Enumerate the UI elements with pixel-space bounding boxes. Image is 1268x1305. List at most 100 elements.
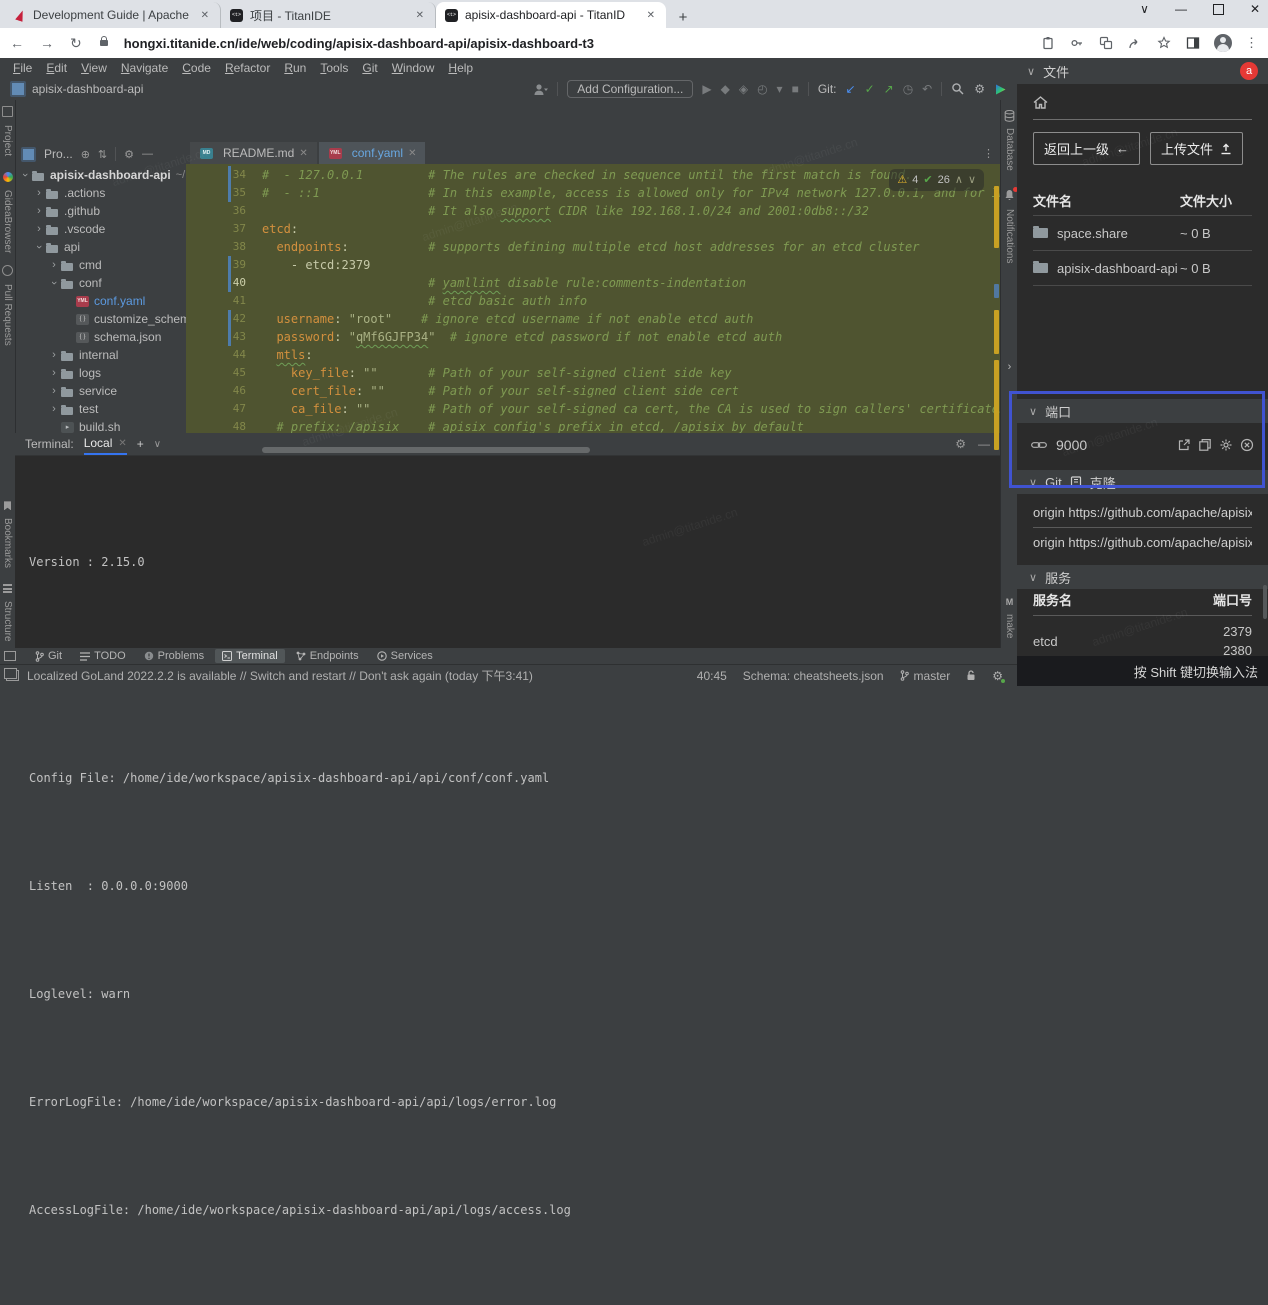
tool-window-button-structure[interactable]: Structure [2,601,13,642]
bookmark-star-icon[interactable] [1156,35,1172,51]
clipboard-icon[interactable] [1040,35,1056,51]
menu-item[interactable]: Code [175,61,218,75]
menu-item[interactable]: Window [385,61,442,75]
file-row[interactable]: apisix-dashboard-api ~ 0 B [1033,251,1252,286]
layout-icon[interactable] [4,651,16,661]
terminal-output[interactable]: Version : 2.15.0 GitHash : c1cf4d4 Confi… [15,456,1000,1305]
expand-arrow-icon[interactable] [48,349,60,361]
close-icon[interactable]: ✕ [645,10,657,21]
expand-arrow-icon[interactable] [48,367,60,379]
tree-item[interactable]: .github [15,202,186,220]
home-icon[interactable] [1033,96,1252,109]
tree-item[interactable]: api [15,238,186,256]
tree-item[interactable]: internal [15,346,186,364]
project-selector[interactable]: apisix-dashboard-api [10,81,143,97]
git-remote-row[interactable]: origin https://github.com/apache/apisix-… [1033,528,1252,557]
tree-item[interactable]: logs [15,364,186,382]
tree-item[interactable]: customize_schema [15,310,186,328]
add-configuration-button[interactable]: Add Configuration... [567,80,693,98]
structure-icon[interactable] [3,584,12,593]
expand-collapse-icon[interactable]: ⇅ [98,148,107,161]
close-port-icon[interactable] [1240,438,1254,452]
database-icon[interactable] [1004,110,1015,122]
close-icon[interactable]: ✕ [408,148,416,159]
expand-arrow-icon[interactable] [33,223,45,235]
url-text[interactable]: hongxi.titanide.cn/ide/web/coding/apisix… [124,36,1024,51]
tool-window-button-make[interactable]: make [1004,614,1015,638]
gear-icon[interactable]: ⚙ [955,437,966,451]
menu-item[interactable]: Refactor [218,61,277,75]
git-history-icon[interactable]: ◷ [903,82,913,96]
ports-section-header[interactable]: ∨ 端口 [1017,399,1268,423]
menu-item[interactable]: View [74,61,114,75]
git-branch-widget[interactable]: master [900,669,951,683]
locate-icon[interactable]: ⊕ [81,148,90,161]
hide-panel-icon[interactable]: — [978,437,990,451]
lock-status-icon[interactable] [966,670,976,681]
profile-avatar[interactable] [1214,34,1232,52]
tree-item[interactable]: service [15,382,186,400]
close-icon[interactable]: ✕ [199,10,211,21]
search-icon[interactable] [951,82,965,96]
upload-file-button[interactable]: 上传文件 [1150,132,1243,165]
editor-tab-conf-yaml[interactable]: conf.yaml ✕ [319,142,426,164]
close-icon[interactable]: ✕ [299,148,307,159]
git-remote-row[interactable]: origin https://github.com/apache/apisix-… [1033,498,1252,528]
profiler-icon[interactable]: ◴ [757,82,767,96]
run-icon[interactable]: ▶ [702,82,711,96]
menu-item[interactable]: File [6,61,39,75]
tool-window-button-gideabrowser[interactable]: GideaBrowser [2,190,13,253]
tool-window-button-problems[interactable]: Problems [137,649,211,663]
expand-arrow-icon[interactable] [48,421,60,433]
menu-item[interactable]: Git [355,61,384,75]
key-icon[interactable] [1069,35,1085,51]
notifications-icon[interactable] [1004,189,1015,201]
tool-window-button-git[interactable]: Git [28,649,69,663]
status-message[interactable]: Localized GoLand 2022.2.2 is available /… [27,667,533,684]
expand-arrow-icon[interactable] [63,295,75,307]
tree-item[interactable]: conf.yaml [15,292,186,310]
close-window-icon[interactable]: ✕ [1250,2,1260,16]
expand-arrow-icon[interactable] [19,169,31,181]
go-up-button[interactable]: 返回上一级 ← [1033,132,1140,165]
tree-item[interactable]: test [15,400,186,418]
hide-panel-icon[interactable]: — [142,148,153,160]
tool-window-button-pull-requests[interactable]: Pull Requests [2,284,13,346]
git-section-header[interactable]: ∨ Git 克隆 [1017,470,1268,494]
lock-icon[interactable] [100,40,108,46]
terminal-tab-local[interactable]: Local ✕ [84,433,127,455]
tree-item[interactable]: schema.json [15,328,186,346]
git-rollback-icon[interactable]: ↶ [922,82,932,96]
expand-arrow-icon[interactable] [48,277,60,289]
git-commit-icon[interactable]: ✓ [865,82,875,96]
git-update-icon[interactable]: ↙ [846,82,856,96]
expand-arrow-icon[interactable] [48,259,60,271]
menu-item[interactable]: Navigate [114,61,175,75]
restore-layout-icon[interactable] [6,670,19,681]
gear-icon[interactable]: ⚙ [124,148,134,161]
translate-icon[interactable] [1098,35,1114,51]
file-row[interactable]: space.share ~ 0 B [1033,216,1252,251]
browser-tab-project[interactable]: <t> 项目 - TitanIDE ✕ [221,2,436,28]
menu-item[interactable]: Edit [39,61,74,75]
close-icon[interactable]: ✕ [414,10,426,21]
forward-icon[interactable]: → [40,35,54,51]
ide-assistant-icon[interactable] [994,83,1007,96]
debug-icon[interactable]: ◆ [721,82,730,96]
pull-requests-icon[interactable] [2,265,13,276]
minimize-icon[interactable]: — [1175,2,1187,16]
services-section-header[interactable]: ∨ 服务 [1017,565,1268,589]
back-icon[interactable]: ← [10,35,24,51]
tool-window-button-terminal[interactable]: Terminal [215,649,285,663]
new-tab-button[interactable]: + [672,6,694,28]
notification-badge[interactable]: a [1240,62,1258,80]
tree-item[interactable]: .actions [15,184,186,202]
make-icon[interactable]: M [1006,597,1014,607]
share-icon[interactable] [1127,35,1143,51]
port-row[interactable]: 9000 [1017,430,1268,460]
tree-item[interactable]: conf [15,274,186,292]
expand-arrow-icon[interactable] [33,241,45,253]
gidea-browser-icon[interactable] [3,172,13,182]
open-in-browser-icon[interactable] [1177,438,1191,452]
expand-arrow-icon[interactable] [33,205,45,217]
